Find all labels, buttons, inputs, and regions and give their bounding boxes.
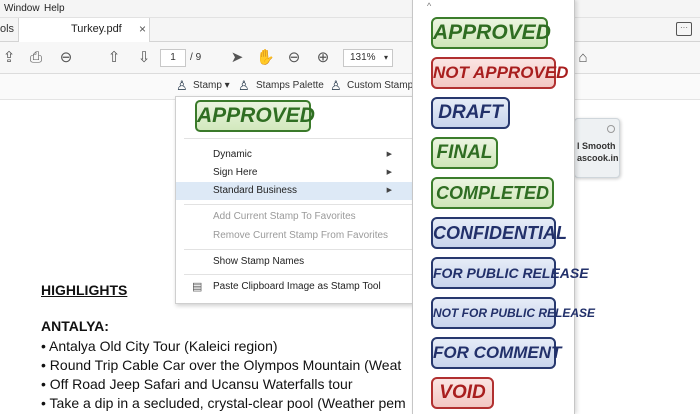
stamps-palette-icon[interactable]: ♙ [238,78,254,94]
next-page-icon[interactable]: ⇩ [135,49,153,67]
stamp-approved[interactable]: APPROVED [431,17,551,49]
stamp-dropdown[interactable]: Stamp ▾ [193,80,230,91]
standard-business-palette: ^ APPROVED NOT APPROVED DRAFT FINAL COMP… [412,0,595,414]
tab-bar: ols Turkey.pdf × ··· [0,18,700,42]
list-item: • Off Road Jeep Safari and Ucansu Waterf… [41,376,353,392]
submenu-arrow-icon: ▶ [386,151,392,158]
current-stamp-preview[interactable]: APPROVED [195,100,315,132]
tag-line-1: l Smooth [577,141,616,151]
list-item: • Take a dip in a secluded, crystal-clea… [41,395,406,411]
menu-divider [184,204,412,205]
tab-document-label: Turkey.pdf [71,23,122,35]
stamp-draft[interactable]: DRAFT [431,97,510,129]
menu-bar: Window Help [0,0,700,18]
tag-icon[interactable]: ⌂ [574,49,592,67]
custom-stamps-icon[interactable]: ♙ [330,78,346,94]
stamp-for-public-release[interactable]: FOR PUBLIC RELEASE [431,257,589,289]
highlights-heading: HIGHLIGHTS [41,282,128,298]
page-number-input[interactable]: 1 [160,49,186,67]
stamp-for-comment[interactable]: FOR COMMENT [431,337,561,369]
clipboard-icon: ▤ [192,281,203,293]
tab-tools[interactable]: ols [0,23,14,35]
zoom-out-icon[interactable]: ⊖ [285,49,303,67]
stamp-menu: APPROVED Dynamic ▶ Sign Here ▶ Standard Bu… [175,96,413,304]
zoom-in-icon[interactable]: ⊕ [314,49,332,67]
stamp-not-approved[interactable]: NOT APPROVED [431,57,568,89]
menu-divider [184,274,412,275]
menu-divider [184,138,412,139]
tag-line-2: ascook.in [577,153,619,163]
menu-item-show-stamp-names[interactable]: Show Stamp Names [176,253,412,271]
menu-item-sign-here[interactable]: Sign Here ▶ [176,164,412,182]
menu-item-paste-clipboard[interactable]: ▤ Paste Clipboard Image as Stamp Tool [176,278,412,296]
menu-item-standard-business[interactable]: Standard Business ▶ [176,182,412,200]
zoom-search-icon[interactable]: ⊖ [57,49,75,67]
stamp-completed[interactable]: COMPLETED [431,177,554,209]
menu-item-remove-favorites: Remove Current Stamp From Favorites [213,230,389,241]
menu-item-add-favorites: Add Current Stamp To Favorites [213,211,356,222]
menu-item-dynamic[interactable]: Dynamic ▶ [176,146,412,164]
stamp-void[interactable]: VOID [431,377,494,409]
custom-stamps-button[interactable]: Custom Stamps [347,80,418,91]
menu-help[interactable]: Help [44,3,65,14]
upload-icon[interactable]: ⇪ [0,49,18,67]
list-item: • Antalya Old City Tour (Kaleici region) [41,338,278,354]
tag-hole [607,125,615,133]
prev-page-icon[interactable]: ⇧ [105,49,123,67]
stamp-confidential[interactable]: CONFIDENTIAL [431,217,567,249]
submenu-arrow-icon: ▶ [386,169,392,176]
tab-document[interactable]: Turkey.pdf × [18,18,150,42]
menu-divider [184,249,412,250]
print-icon[interactable]: ⎙ [27,49,45,67]
luggage-tag-image: l Smooth ascook.in [574,118,620,178]
zoom-select[interactable]: 131% ▾ [343,49,393,67]
page-total: / 9 [190,52,202,63]
scroll-up-caret[interactable]: ^ [427,1,431,11]
hand-icon[interactable]: ✋ [256,49,275,67]
city-heading: ANTALYA: [41,318,109,334]
main-toolbar: ⇪ ⎙ ⊖ ⇧ ⇩ 1 / 9 ➤ ✋ ⊖ ⊕ 131% ▾ ⌂ [0,42,700,74]
select-arrow-icon[interactable]: ➤ [228,49,246,67]
stamps-palette-button[interactable]: Stamps Palette [256,80,324,91]
stamp-final[interactable]: FINAL [431,137,498,169]
comment-icon[interactable]: ··· [676,22,692,36]
stamp-not-for-public-release[interactable]: NOT FOR PUBLIC RELEASE [431,297,595,329]
menu-window[interactable]: Window [4,3,40,14]
stamp-icon[interactable]: ♙ [176,78,192,94]
submenu-arrow-icon: ▶ [386,187,392,194]
list-item: • Round Trip Cable Car over the Olympos … [41,357,402,373]
close-icon[interactable]: × [139,22,146,36]
